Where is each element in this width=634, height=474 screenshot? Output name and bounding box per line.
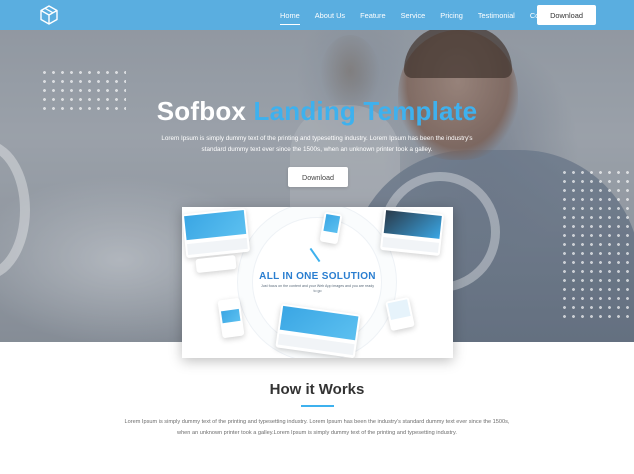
mockup-phone-left [217,297,245,339]
hero-title-highlight: Landing Template [253,96,478,126]
app-mockup-image: ALL IN ONE SOLUTION Just focus on the co… [182,207,453,358]
nav-link-testimonial[interactable]: Testimonial [478,11,515,20]
dot-pattern-right [560,168,634,318]
how-it-works-title: How it Works [269,381,365,398]
nav-download-button[interactable]: Download [537,5,596,25]
mockup-monitor-left [182,207,251,259]
mockup-monitor-right [379,207,445,257]
how-it-works-underline [301,405,334,407]
mockup-title: ALL IN ONE SOLUTION [259,271,376,282]
nav-link-home[interactable]: Home [280,11,300,25]
cube-logo-icon[interactable] [38,4,60,26]
nav-menu: Home About Us Feature Service Pricing Te… [280,0,570,30]
hero-description: Lorem Ipsum is simply dummy text of the … [161,135,473,153]
hero-download-button[interactable]: Download [288,167,348,187]
hero-title-brand: Sofbox [156,96,247,126]
nav-link-service[interactable]: Service [401,11,426,20]
mockup-tablet-right [385,296,415,332]
how-it-works-description: Lorem Ipsum is simply dummy text of the … [124,419,510,436]
navbar: Home About Us Feature Service Pricing Te… [0,0,634,30]
nav-link-pricing[interactable]: Pricing [440,11,463,20]
mockup-subtitle: Just focus on the content and your Web A… [260,284,374,293]
hero-title: Sofbox Landing Template [0,96,634,127]
nav-link-about-us[interactable]: About Us [315,11,345,20]
nav-link-feature[interactable]: Feature [360,11,385,20]
